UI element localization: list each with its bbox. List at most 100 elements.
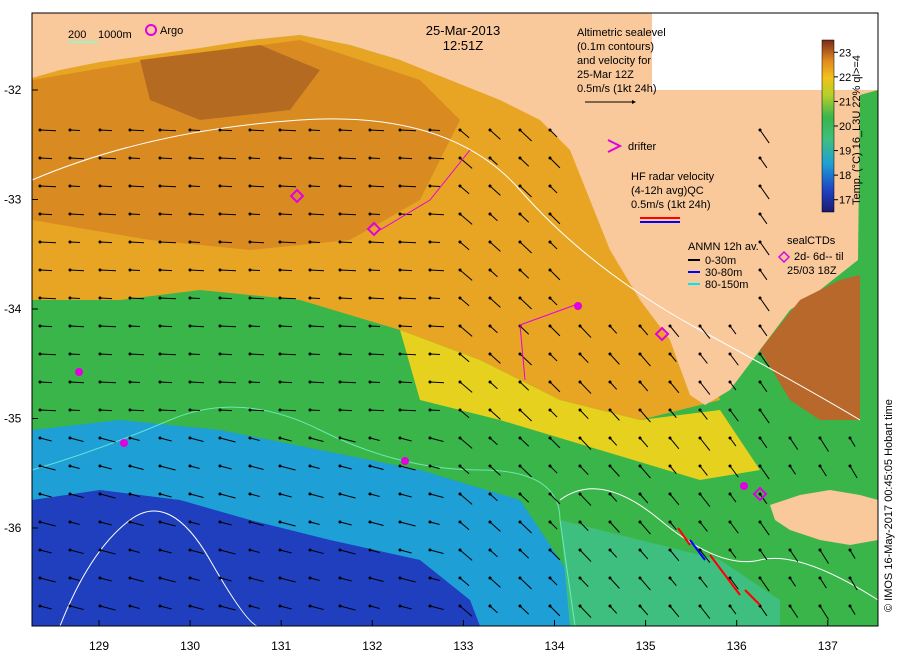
velocity-arrow-base bbox=[158, 128, 162, 132]
velocity-arrow-base bbox=[128, 184, 132, 188]
velocity-arrow-base bbox=[788, 604, 792, 608]
velocity-arrow-base bbox=[338, 268, 342, 272]
velocity-arrow bbox=[219, 353, 233, 356]
velocity-arrow-base bbox=[608, 576, 612, 580]
velocity-arrow bbox=[429, 157, 445, 160]
velocity-arrow-base bbox=[98, 548, 102, 552]
velocity-arrow-base bbox=[578, 352, 582, 356]
velocity-arrow-base bbox=[158, 352, 162, 356]
velocity-arrow-base bbox=[398, 520, 402, 524]
velocity-arrow-base bbox=[218, 352, 222, 356]
alt-note-3: and velocity for bbox=[577, 55, 651, 67]
velocity-arrow-base bbox=[188, 156, 192, 160]
velocity-arrow bbox=[279, 157, 293, 160]
velocity-arrow bbox=[69, 269, 85, 272]
lon-tick-label: 136 bbox=[727, 639, 747, 653]
velocity-arrow-base bbox=[548, 268, 552, 272]
velocity-arrow bbox=[279, 269, 293, 272]
credit-text: © IMOS 16-May-2017 00:45:05 Hobart time bbox=[883, 399, 895, 612]
velocity-arrow-base bbox=[248, 436, 252, 440]
velocity-arrow bbox=[399, 269, 413, 272]
velocity-arrow-base bbox=[518, 576, 522, 580]
velocity-arrow-base bbox=[158, 464, 162, 468]
title-time: 12:51Z bbox=[443, 38, 484, 53]
velocity-arrow-base bbox=[458, 156, 462, 160]
velocity-arrow-base bbox=[218, 604, 222, 608]
velocity-arrow-base bbox=[728, 352, 732, 356]
velocity-arrow-base bbox=[818, 436, 822, 440]
velocity-arrow bbox=[69, 381, 85, 384]
velocity-arrow-base bbox=[518, 408, 522, 412]
velocity-arrow-base bbox=[338, 212, 342, 216]
velocity-arrow-base bbox=[428, 408, 432, 412]
velocity-arrow-base bbox=[338, 548, 342, 552]
velocity-arrow-base bbox=[248, 408, 252, 412]
velocity-arrow-base bbox=[578, 604, 582, 608]
velocity-arrow-base bbox=[278, 576, 282, 580]
velocity-arrow-base bbox=[848, 464, 852, 468]
velocity-arrow-base bbox=[488, 604, 492, 608]
velocity-arrow-base bbox=[698, 436, 702, 440]
velocity-arrow-base bbox=[428, 520, 432, 524]
velocity-arrow-base bbox=[398, 352, 402, 356]
velocity-arrow-base bbox=[458, 408, 462, 412]
velocity-arrow-base bbox=[308, 184, 312, 188]
velocity-arrow-base bbox=[608, 352, 612, 356]
velocity-arrow-base bbox=[158, 604, 162, 608]
velocity-arrow-base bbox=[218, 184, 222, 188]
velocity-arrow-base bbox=[578, 464, 582, 468]
velocity-arrow-base bbox=[38, 548, 42, 552]
velocity-arrow-base bbox=[68, 352, 72, 356]
velocity-arrow bbox=[249, 241, 265, 244]
velocity-arrow bbox=[369, 129, 385, 132]
anmn-title: ANMN 12h av. bbox=[688, 241, 759, 253]
velocity-arrow-base bbox=[98, 240, 102, 244]
velocity-arrow-base bbox=[158, 576, 162, 580]
velocity-arrow-base bbox=[398, 212, 402, 216]
alt-note-4: 25-Mar 12Z bbox=[577, 69, 634, 81]
velocity-arrow-base bbox=[188, 268, 192, 272]
velocity-arrow-base bbox=[368, 212, 372, 216]
velocity-arrow-base bbox=[218, 464, 222, 468]
velocity-arrow-base bbox=[368, 492, 372, 496]
velocity-arrow-base bbox=[548, 156, 552, 160]
velocity-arrow bbox=[129, 129, 145, 132]
velocity-arrow bbox=[99, 129, 113, 132]
velocity-arrow-base bbox=[368, 548, 372, 552]
velocity-arrow-base bbox=[668, 436, 672, 440]
velocity-arrow-base bbox=[398, 296, 402, 300]
colorbar-tick-label: 22 bbox=[839, 72, 851, 84]
velocity-arrow-base bbox=[698, 492, 702, 496]
velocity-arrow-base bbox=[218, 324, 222, 328]
velocity-arrow-base bbox=[218, 548, 222, 552]
velocity-arrow-base bbox=[788, 576, 792, 580]
velocity-arrow-base bbox=[608, 436, 612, 440]
velocity-arrow-base bbox=[38, 604, 42, 608]
velocity-arrow-base bbox=[338, 604, 342, 608]
velocity-arrow-base bbox=[158, 548, 162, 552]
velocity-arrow-base bbox=[728, 408, 732, 412]
velocity-arrow-base bbox=[338, 492, 342, 496]
velocity-arrow-base bbox=[278, 492, 282, 496]
velocity-arrow-base bbox=[548, 380, 552, 384]
velocity-arrow-base bbox=[518, 156, 522, 160]
velocity-arrow-base bbox=[128, 464, 132, 468]
velocity-arrow-base bbox=[548, 464, 552, 468]
velocity-arrow-base bbox=[728, 492, 732, 496]
velocity-arrow-base bbox=[338, 296, 342, 300]
velocity-arrow bbox=[339, 297, 353, 300]
velocity-arrow-base bbox=[128, 212, 132, 216]
velocity-arrow-base bbox=[458, 352, 462, 356]
velocity-arrow-base bbox=[428, 464, 432, 468]
velocity-arrow-base bbox=[548, 212, 552, 216]
velocity-arrow-base bbox=[128, 520, 132, 524]
velocity-arrow-base bbox=[518, 436, 522, 440]
velocity-arrow-base bbox=[248, 240, 252, 244]
velocity-arrow-base bbox=[188, 604, 192, 608]
velocity-arrow-base bbox=[398, 604, 402, 608]
velocity-arrow-base bbox=[668, 604, 672, 608]
velocity-arrow-base bbox=[728, 436, 732, 440]
velocity-arrow-base bbox=[308, 380, 312, 384]
velocity-arrow bbox=[129, 241, 145, 244]
velocity-arrow-base bbox=[488, 240, 492, 244]
